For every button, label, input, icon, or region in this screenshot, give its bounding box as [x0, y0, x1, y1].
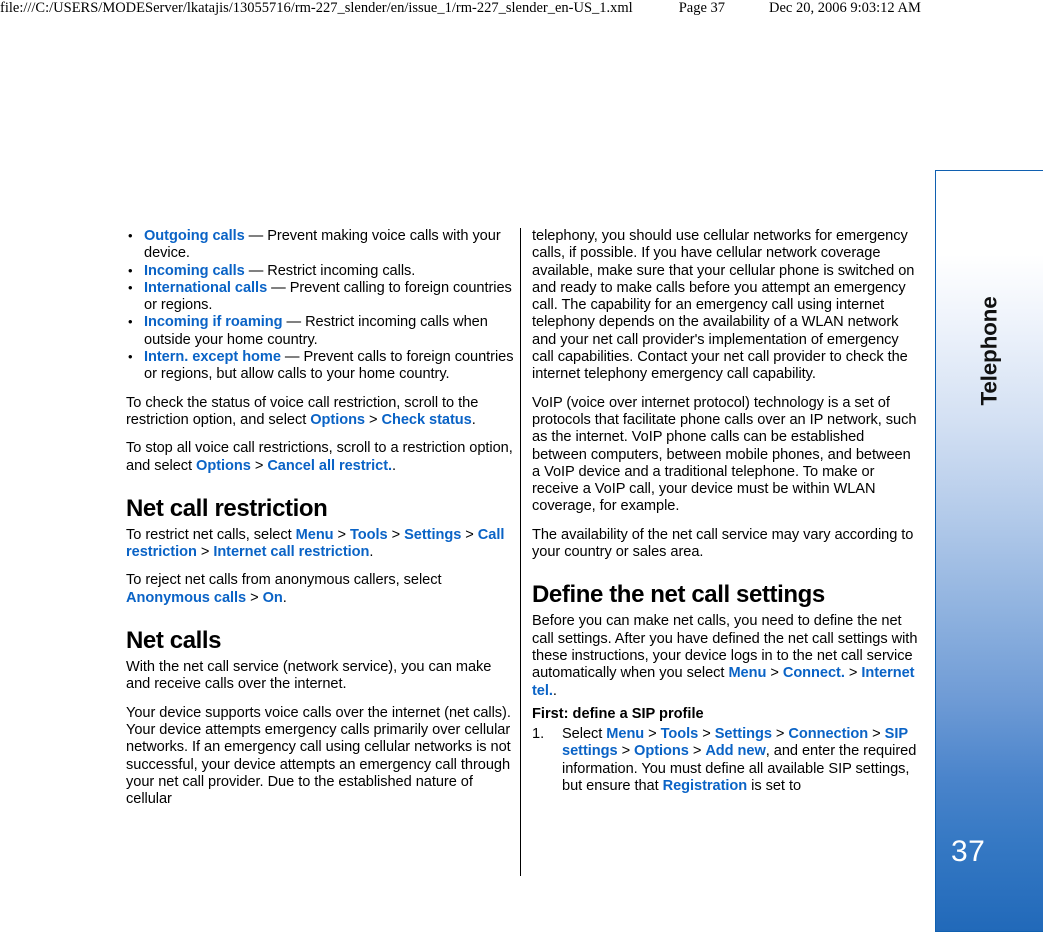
- list-item: 1. Select Menu > Tools > Settings > Conne…: [532, 726, 922, 795]
- subheading-first-define-sip-profile: First: define a SIP profile: [532, 705, 704, 722]
- column-divider: [520, 228, 521, 876]
- bullet-term: Incoming if roaming: [144, 314, 283, 331]
- call-restriction-bullet-list: Outgoing calls — Prevent making voice ca…: [126, 227, 516, 384]
- chapter-thumb-tab: Telephone 37: [935, 170, 1043, 932]
- ui-term-internet-call-restriction: Internet call restriction: [213, 544, 370, 561]
- ui-term-tools: Tools: [350, 526, 388, 543]
- ui-term-anonymous-calls: Anonymous calls: [126, 589, 247, 606]
- paragraph-supports-voip: Your device supports voice calls over th…: [126, 704, 511, 808]
- ui-term-settings: Settings: [714, 726, 772, 743]
- separator: >: [387, 526, 405, 543]
- paragraph-availability: The availability of the net call service…: [532, 526, 914, 561]
- text-tail: .: [282, 589, 287, 606]
- text-lead: To restrict net calls, select: [126, 526, 296, 543]
- text-tail: .: [552, 682, 557, 699]
- paragraph-net-call-service: With the net call service (network servi…: [126, 659, 492, 693]
- ui-term-menu: Menu: [295, 526, 334, 543]
- separator: >: [688, 743, 706, 760]
- ui-term-tools: Tools: [660, 726, 699, 743]
- heading-define-net-call-settings: Define the net call settings: [532, 581, 825, 609]
- list-item: Intern. except home — Prevent calls to f…: [126, 348, 516, 384]
- bullet-term: Intern. except home: [144, 349, 281, 366]
- separator: >: [844, 665, 862, 682]
- ui-term-options: Options: [310, 411, 365, 428]
- ui-term-settings: Settings: [404, 526, 462, 543]
- separator: >: [196, 544, 214, 561]
- bullet-description: — Restrict incoming calls.: [244, 262, 416, 279]
- text-tail: .: [392, 457, 397, 474]
- list-item: International calls — Prevent calling to…: [126, 279, 516, 315]
- separator: >: [246, 589, 263, 606]
- left-column: Outgoing calls — Prevent making voice ca…: [126, 227, 516, 819]
- right-column: telephony, you should use cellular netwo…: [532, 228, 922, 795]
- paragraph-voip-definition: VoIP (voice over internet protocol) tech…: [532, 394, 917, 515]
- ui-term-menu: Menu: [606, 726, 645, 743]
- bullet-term: Outgoing calls: [144, 228, 245, 244]
- separator: >: [617, 743, 635, 760]
- separator: >: [698, 726, 715, 743]
- bullet-term: Incoming calls: [144, 262, 245, 279]
- separator: >: [766, 665, 783, 682]
- separator: >: [333, 526, 351, 543]
- separator: >: [868, 726, 885, 743]
- separator: >: [461, 526, 478, 543]
- heading-net-call-restriction: Net call restriction: [126, 494, 328, 522]
- paragraph-check-status: To check the status of voice call restri…: [126, 395, 516, 430]
- ui-term-cancel-all-restrict: Cancel all restrict.: [267, 457, 393, 474]
- list-item: Incoming calls — Restrict incoming calls…: [126, 262, 516, 280]
- separator: >: [250, 457, 268, 474]
- list-item: Outgoing calls — Prevent making voice ca…: [126, 227, 516, 263]
- paragraph-telephony-continued: telephony, you should use cellular netwo…: [532, 228, 915, 383]
- paragraph-restrict-net-calls: To restrict net calls, select Menu > Too…: [126, 527, 516, 562]
- document-page: Outgoing calls — Prevent making voice ca…: [0, 0, 1044, 940]
- text-tail: is set to: [747, 778, 802, 795]
- paragraph-anonymous-calls: To reject net calls from anonymous calle…: [126, 572, 516, 607]
- chapter-label: Telephone: [977, 296, 1003, 406]
- separator: >: [365, 411, 382, 428]
- step-number: 1.: [532, 726, 545, 743]
- list-item: Incoming if roaming — Restrict incoming …: [126, 313, 516, 349]
- ui-term-registration: Registration: [662, 778, 748, 795]
- ui-term-add-new: Add new: [705, 743, 766, 760]
- ui-term-options: Options: [634, 743, 689, 760]
- ui-term-connection: Connection: [788, 726, 869, 743]
- ui-term-menu: Menu: [728, 665, 767, 682]
- separator: >: [771, 726, 789, 743]
- bullet-term: International calls: [144, 279, 268, 296]
- text-lead: Select: [562, 726, 607, 743]
- heading-net-calls: Net calls: [126, 627, 222, 655]
- text-tail: .: [369, 544, 374, 561]
- ui-term-options: Options: [196, 457, 251, 474]
- page-number: 37: [951, 835, 986, 868]
- ui-term-on: On: [262, 589, 283, 606]
- paragraph-before-you-can: Before you can make net calls, you need …: [532, 613, 922, 699]
- sip-profile-steps: 1. Select Menu > Tools > Settings > Conne…: [532, 726, 922, 795]
- paragraph-cancel-all: To stop all voice call restrictions, scr…: [126, 440, 516, 475]
- chapter-label-wrapper: Telephone: [936, 171, 1043, 531]
- ui-term-connect: Connect.: [782, 665, 845, 682]
- ui-term-check-status: Check status: [381, 411, 472, 428]
- text-lead: To reject net calls from anonymous calle…: [126, 572, 442, 589]
- text-tail: .: [471, 411, 476, 428]
- separator: >: [644, 726, 661, 743]
